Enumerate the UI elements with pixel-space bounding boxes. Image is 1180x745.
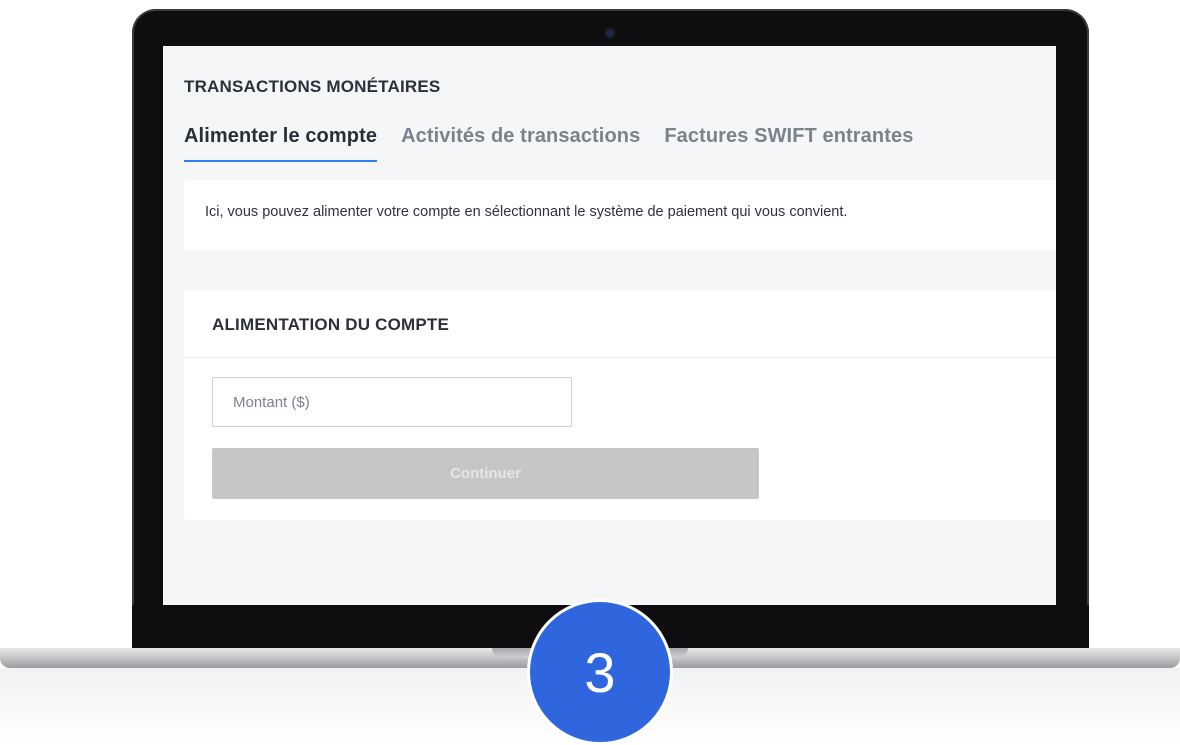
- continue-button[interactable]: Continuer: [212, 448, 759, 499]
- divider: [184, 357, 1056, 358]
- tab-incoming-swift-invoices[interactable]: Factures SWIFT entrantes: [664, 125, 913, 162]
- tab-bar: Alimenter le compte Activités de transac…: [184, 125, 913, 162]
- camera-icon: [606, 29, 614, 37]
- tab-fund-account[interactable]: Alimenter le compte: [184, 125, 378, 162]
- step-number-badge: 3: [527, 599, 673, 745]
- tab-transaction-activity[interactable]: Activités de transactions: [401, 125, 640, 162]
- page-title: TRANSACTIONS MONÉTAIRES: [184, 77, 441, 96]
- laptop-lid: TRANSACTIONS MONÉTAIRES Alimenter le com…: [132, 9, 1089, 649]
- funding-form-card: ALIMENTATION DU COMPTE Continuer: [184, 290, 1056, 520]
- amount-input[interactable]: [212, 377, 572, 427]
- info-card: Ici, vous pouvez alimenter votre compte …: [184, 180, 1056, 250]
- info-text: Ici, vous pouvez alimenter votre compte …: [205, 204, 848, 220]
- funding-form-title: ALIMENTATION DU COMPTE: [212, 315, 450, 334]
- laptop-screen: TRANSACTIONS MONÉTAIRES Alimenter le com…: [163, 46, 1056, 605]
